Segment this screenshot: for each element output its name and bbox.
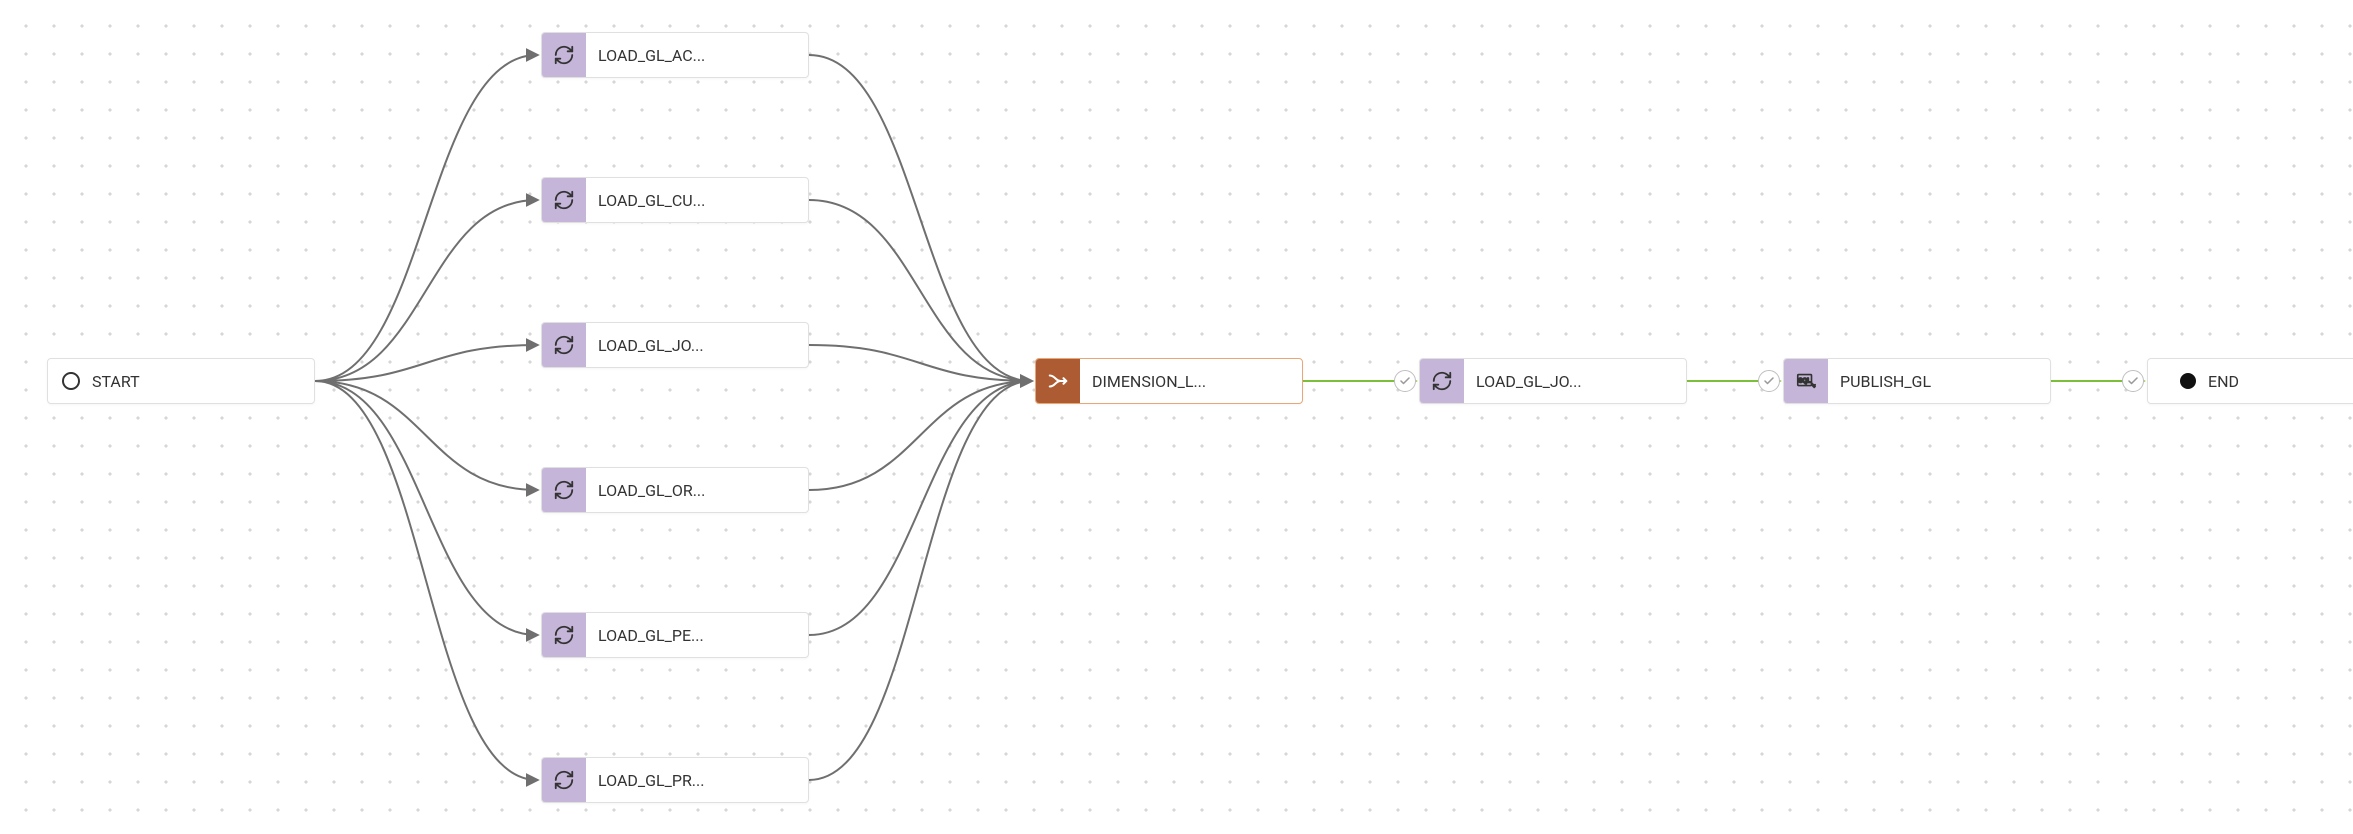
sql-icon: SQL <box>1784 359 1828 403</box>
success-check-icon <box>1394 370 1416 392</box>
node-load_ac[interactable]: LOAD_GL_AC... <box>541 32 809 78</box>
node-label: PUBLISH_GL <box>1828 372 1945 391</box>
node-label: LOAD_GL_JO... <box>1464 372 1596 391</box>
node-load_jo2[interactable]: LOAD_GL_JO... <box>1419 358 1687 404</box>
node-publish[interactable]: SQL PUBLISH_GL <box>1783 358 2051 404</box>
node-load_jo1[interactable]: LOAD_GL_JO... <box>541 322 809 368</box>
svg-text:SQL: SQL <box>1799 378 1812 384</box>
node-label: LOAD_GL_PE... <box>586 626 718 645</box>
edge-start-load_pr <box>315 381 537 780</box>
edge-start-load_or <box>315 381 537 490</box>
sync-icon <box>542 468 586 512</box>
node-load_cu[interactable]: LOAD_GL_CU... <box>541 177 809 223</box>
edge-load_pr-dim <box>809 381 1031 780</box>
node-label: LOAD_GL_OR... <box>586 481 719 500</box>
node-label: DIMENSION_L... <box>1080 372 1220 391</box>
edge-load_ac-dim <box>809 55 1031 381</box>
edge-start-load_ac <box>315 55 537 381</box>
node-end[interactable]: END <box>2147 358 2353 404</box>
sync-icon <box>542 323 586 367</box>
edge-load_or-dim <box>809 381 1031 490</box>
edge-layer <box>0 0 2353 834</box>
edge-start-load_jo1 <box>315 345 537 381</box>
node-label: START <box>80 372 154 391</box>
node-label: LOAD_GL_AC... <box>586 46 719 65</box>
merge-icon <box>1036 359 1080 403</box>
edge-load_pe-dim <box>809 381 1031 635</box>
node-label: LOAD_GL_JO... <box>586 336 718 355</box>
success-check-icon <box>1758 370 1780 392</box>
canvas-dot-grid <box>0 0 2353 834</box>
edge-load_cu-dim <box>809 200 1031 381</box>
node-load_pr[interactable]: LOAD_GL_PR... <box>541 757 809 803</box>
node-start[interactable]: START <box>47 358 315 404</box>
node-load_pe[interactable]: LOAD_GL_PE... <box>541 612 809 658</box>
node-label: END <box>2196 372 2253 391</box>
workflow-canvas[interactable]: START LOAD_GL_AC... LOAD_GL_CU... LOAD_GL_J… <box>0 0 2353 834</box>
sync-icon <box>542 613 586 657</box>
sync-icon <box>542 178 586 222</box>
sync-icon <box>542 33 586 77</box>
edge-start-load_cu <box>315 200 537 381</box>
edge-load_jo1-dim <box>809 345 1031 381</box>
node-label: LOAD_GL_CU... <box>586 191 719 210</box>
edge-start-load_pe <box>315 381 537 635</box>
node-load_or[interactable]: LOAD_GL_OR... <box>541 467 809 513</box>
node-dim[interactable]: DIMENSION_L... <box>1035 358 1303 404</box>
node-label: LOAD_GL_PR... <box>586 771 718 790</box>
end-dot-icon <box>2180 373 2196 389</box>
success-check-icon <box>2122 370 2144 392</box>
sync-icon <box>542 758 586 802</box>
start-circle-icon <box>62 372 80 390</box>
sync-icon <box>1420 359 1464 403</box>
